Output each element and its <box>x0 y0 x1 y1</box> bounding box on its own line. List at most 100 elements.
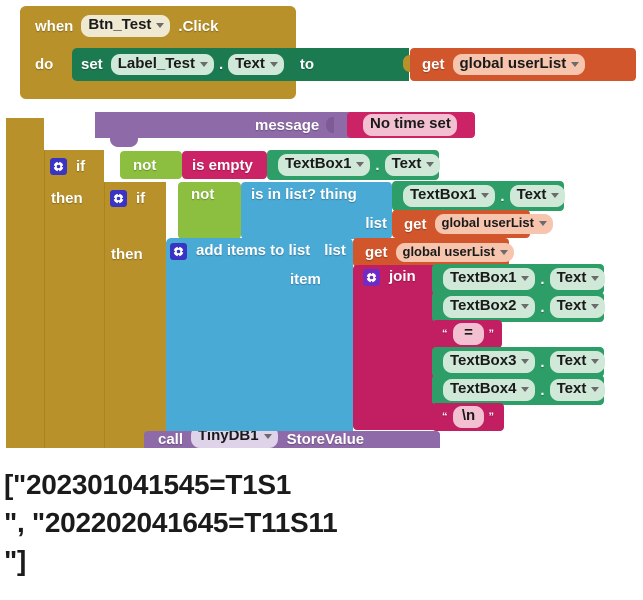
property-dropdown-text[interactable]: Text <box>549 296 606 318</box>
do-label-wrap: do <box>30 50 70 78</box>
inner-not-block[interactable]: not <box>178 182 241 239</box>
is-in-list-list-label: list <box>365 214 387 232</box>
message-socket <box>326 117 335 133</box>
notifier-message-text-block[interactable]: No time set <box>347 112 475 138</box>
when-label-row: when Btn_Test .Click <box>30 10 290 42</box>
is-empty-block[interactable]: is empty <box>182 151 267 179</box>
component-dropdown-textbox1[interactable]: TextBox1 <box>443 268 536 290</box>
text-value-equals-label: = <box>464 324 473 342</box>
join-arg-textbox1[interactable]: TextBox1 . Text <box>432 264 606 294</box>
component-dropdown-tinydb1-label: TinyDB1 <box>198 431 259 445</box>
chevron-down-icon <box>521 359 530 364</box>
property-dropdown-text-label: Text <box>556 352 587 370</box>
join-arg-textbox3[interactable]: TextBox3 . Text <box>432 347 606 377</box>
getter-dot: . <box>375 156 380 174</box>
set-label: set <box>81 56 103 73</box>
chevron-down-icon <box>551 193 560 198</box>
textbox1-text-getter-inner[interactable]: TextBox1 . Text <box>392 181 566 211</box>
outer-if-label: if <box>76 157 86 175</box>
set-label-test-text-block[interactable]: set Label_Test . Text to <box>72 48 409 81</box>
chevron-down-icon <box>521 387 530 392</box>
property-dropdown-text[interactable]: Text <box>384 154 441 176</box>
join-arg-textbox2[interactable]: TextBox2 . Text <box>432 292 606 322</box>
variable-dropdown-global-userlist-label: global userList <box>441 215 534 231</box>
call-tinydb1-storevalue-row[interactable]: call TinyDB1 StoreValue <box>144 431 440 448</box>
inner-then-label: then <box>111 245 143 263</box>
component-dropdown-btn-test-label: Btn_Test <box>88 16 152 34</box>
join-arg-textbox4[interactable]: TextBox4 . Text <box>432 375 606 405</box>
component-dropdown-btn-test[interactable]: Btn_Test <box>81 15 171 37</box>
do-label: do <box>35 55 54 73</box>
component-dropdown-textbox1[interactable]: TextBox1 <box>403 185 496 207</box>
variable-dropdown-global-userlist[interactable]: global userList <box>395 242 514 263</box>
component-dropdown-textbox1-label: TextBox1 <box>285 155 352 173</box>
outer-control-column[interactable] <box>6 118 44 448</box>
get-label: get <box>365 244 388 261</box>
component-dropdown-textbox4[interactable]: TextBox4 <box>443 379 536 401</box>
chevron-down-icon <box>591 387 600 392</box>
mutator-gear-icon[interactable] <box>363 269 380 286</box>
message-text-value[interactable]: No time set <box>363 114 457 136</box>
variable-dropdown-global-userlist[interactable]: global userList <box>434 214 553 234</box>
inner-not-label: not <box>191 186 215 203</box>
getter-dot: . <box>540 353 545 371</box>
notifier-bottom-notch <box>110 138 138 147</box>
component-dropdown-textbox1[interactable]: TextBox1 <box>278 154 371 176</box>
text-value-newline[interactable]: \n <box>452 406 484 428</box>
quote-close: ” <box>488 411 495 423</box>
get-global-userlist-block-additems[interactable]: get global userList <box>353 238 514 267</box>
textbox1-text-getter-outer[interactable]: TextBox1 . Text <box>267 150 441 180</box>
variable-dropdown-global-userlist[interactable]: global userList <box>452 53 586 76</box>
getter-dot: . <box>540 381 545 399</box>
property-dropdown-text[interactable]: Text <box>549 379 606 401</box>
property-dropdown-text[interactable]: Text <box>228 53 284 76</box>
component-dropdown-textbox2-label: TextBox2 <box>450 297 517 315</box>
chevron-down-icon <box>499 249 508 255</box>
is-in-list-thing-label: is in list? thing <box>251 186 357 203</box>
getter-dot: . <box>500 187 505 205</box>
component-dropdown-textbox1-label: TextBox1 <box>450 269 517 287</box>
property-dropdown-text[interactable]: Text <box>509 185 566 207</box>
component-dropdown-label-test[interactable]: Label_Test <box>110 53 214 76</box>
chevron-down-icon <box>269 61 278 67</box>
component-dropdown-textbox4-label: TextBox4 <box>450 380 517 398</box>
mutator-gear-icon[interactable] <box>110 189 127 207</box>
join-block[interactable]: join <box>353 265 441 430</box>
quote-open: “ <box>442 411 448 423</box>
add-items-list-label: list <box>324 242 346 259</box>
property-dropdown-text-label: Text <box>556 297 587 315</box>
is-in-list-list-row: list <box>241 209 392 237</box>
add-items-item-label: item <box>290 270 321 288</box>
quote-close: ” <box>488 328 495 340</box>
chevron-down-icon <box>591 359 600 364</box>
add-items-item-row: item <box>285 266 347 292</box>
component-dropdown-textbox2[interactable]: TextBox2 <box>443 296 536 318</box>
component-dropdown-tinydb1[interactable]: TinyDB1 <box>191 431 278 448</box>
property-dropdown-text-label: Text <box>556 269 587 287</box>
inner-if-label: if <box>136 189 146 207</box>
text-value-equals[interactable]: = <box>452 323 484 345</box>
mutator-gear-icon[interactable] <box>170 243 187 260</box>
property-dropdown-text[interactable]: Text <box>549 268 606 290</box>
component-dropdown-label-test-label: Label_Test <box>117 54 195 72</box>
quote-open: “ <box>442 328 448 340</box>
chevron-down-icon <box>521 276 530 281</box>
property-dropdown-text-label: Text <box>235 54 265 72</box>
get-global-userlist-block-inner[interactable]: get global userList <box>392 210 553 238</box>
component-dropdown-textbox3[interactable]: TextBox3 <box>443 351 536 373</box>
inner-if-body-column[interactable] <box>104 182 166 448</box>
inner-then-row: then <box>106 240 164 268</box>
mutator-gear-icon[interactable] <box>50 157 67 175</box>
join-arg-text-equals[interactable]: “ = ” <box>432 320 502 348</box>
set-dot: . <box>218 56 224 73</box>
getter-dot: . <box>540 270 545 288</box>
chevron-down-icon <box>199 61 208 67</box>
is-empty-label: is empty <box>192 156 253 174</box>
chevron-down-icon <box>156 23 165 28</box>
property-dropdown-text[interactable]: Text <box>549 351 606 373</box>
variable-dropdown-global-userlist-label: global userList <box>459 54 567 72</box>
outer-not-block[interactable]: not <box>120 151 182 179</box>
variable-dropdown-global-userlist-label: global userList <box>402 243 495 259</box>
get-global-userlist-block[interactable]: get global userList <box>410 48 636 81</box>
join-arg-text-newline[interactable]: “ \n ” <box>432 403 504 431</box>
